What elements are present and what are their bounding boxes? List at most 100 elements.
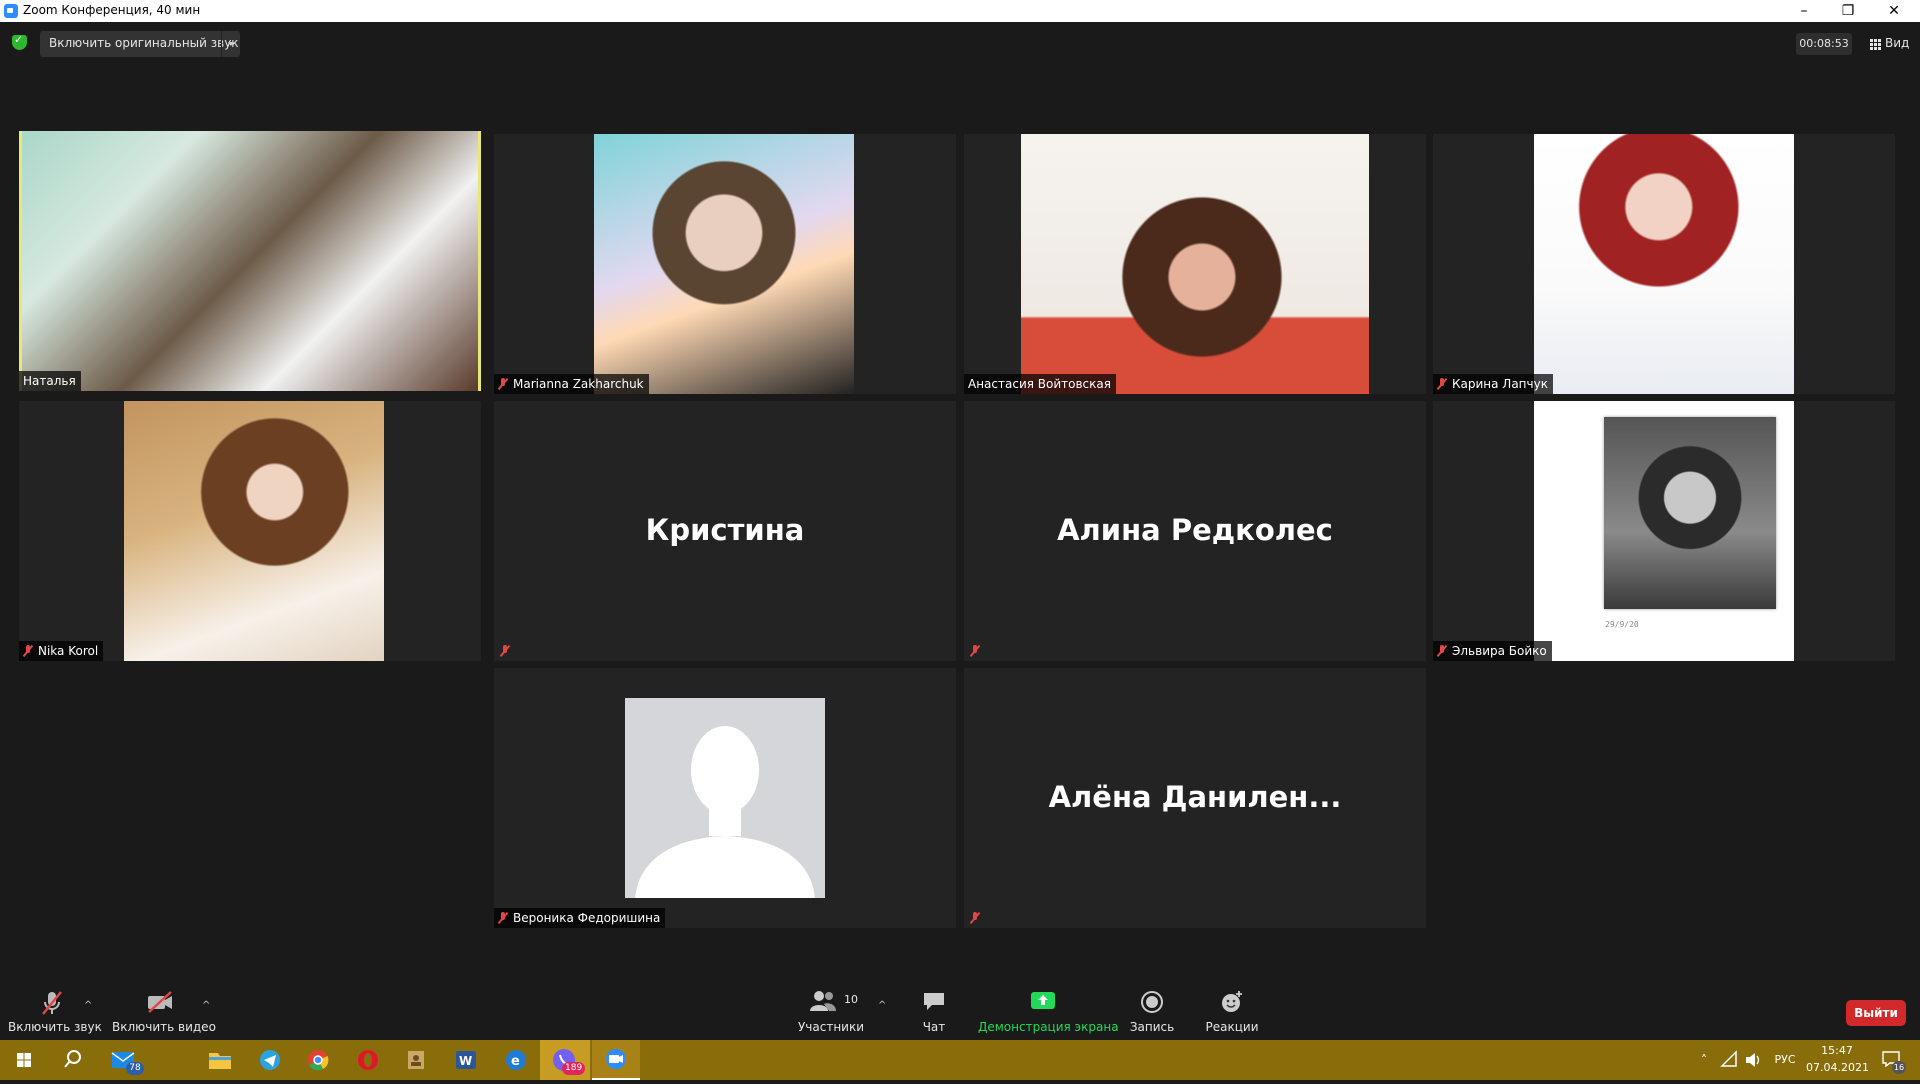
notifications-badge: 16 [1892, 1061, 1906, 1074]
record-label: Запись [1129, 1020, 1175, 1034]
language-indicator[interactable]: РУС [1770, 1040, 1800, 1080]
windows-taskbar: 78 W e 189 ˄ РУС 15:47 07.04.2021 16 [0, 1040, 1920, 1080]
chat-button[interactable]: Чат [904, 990, 964, 1036]
video-options-caret[interactable]: ^ [202, 1000, 210, 1011]
share-screen-label: Демонстрация экрана [978, 1020, 1119, 1034]
participant-video [1021, 134, 1369, 394]
participant-display-name: Алёна Данилен... [1048, 780, 1342, 814]
zoom-app-icon [4, 4, 18, 18]
meeting-timer: 00:08:53 [1796, 33, 1852, 55]
record-icon [1141, 991, 1163, 1013]
participants-label: Участники [797, 1020, 865, 1034]
leave-meeting-button[interactable]: Выйти [1846, 1000, 1906, 1026]
smiley-plus-icon [1222, 991, 1242, 1012]
participants-button[interactable]: 10 Участники [796, 990, 866, 1036]
participant-name-tag: Marianna Zakharchuk [494, 374, 649, 394]
muted-mic-icon [1437, 645, 1447, 657]
participant-display-name: Кристина [645, 513, 805, 547]
view-button[interactable]: Вид [1868, 33, 1912, 55]
chevron-down-icon[interactable] [221, 31, 240, 57]
share-screen-button[interactable]: Демонстрация экрана [978, 990, 1119, 1036]
muted-mic-icon [42, 991, 62, 1015]
muted-mic-icon [500, 645, 510, 657]
video-off-icon [148, 991, 172, 1013]
original-sound-button[interactable]: Включить оригинальный звук [40, 31, 240, 57]
participant-name-tag: Анастасия Войтовская [964, 374, 1116, 394]
viber-badge: 189 [562, 1062, 586, 1075]
unmute-label: Включить звук [8, 1020, 102, 1034]
video-tile-natalya[interactable]: Наталья [19, 131, 481, 391]
window-title-bar: Zoom Конференция, 40 мин – ❐ ✕ [0, 0, 1920, 22]
restore-button[interactable]: ❐ [1826, 0, 1870, 22]
record-button[interactable]: Запись [1124, 990, 1180, 1036]
participants-options-caret[interactable]: ^ [878, 1000, 886, 1011]
original-sound-label: Включить оригинальный звук [49, 36, 239, 50]
close-button[interactable]: ✕ [1872, 0, 1916, 22]
video-tile-alina[interactable]: Алина Редколес [964, 401, 1426, 661]
encryption-shield-icon[interactable] [12, 33, 27, 50]
network-icon[interactable] [1720, 1050, 1738, 1070]
participant-video [22, 131, 478, 391]
unmute-button[interactable]: Включить звук [8, 990, 102, 1036]
reactions-button[interactable]: Реакции [1202, 990, 1262, 1036]
contacts-app-icon[interactable] [396, 1044, 436, 1076]
participant-photo [594, 134, 854, 394]
participant-display-name: Алина Редколес [1057, 513, 1333, 547]
audio-options-caret[interactable]: ^ [84, 1000, 92, 1011]
video-tile-veronika[interactable]: Вероника Федоришина [494, 668, 956, 928]
chat-label: Чат [922, 1020, 946, 1034]
video-tile-anastasia[interactable]: Анастасия Войтовская [964, 134, 1426, 394]
participants-icon [810, 991, 836, 1011]
grid-view-icon [1870, 39, 1881, 50]
minimize-button[interactable]: – [1782, 0, 1826, 22]
clock-time: 15:47 [1821, 1044, 1853, 1057]
participant-name-tag: Карина Лапчук [1433, 374, 1553, 394]
file-explorer-icon[interactable] [200, 1044, 240, 1076]
notifications-button[interactable]: 16 [1878, 1040, 1908, 1080]
zoom-taskbar-app[interactable] [592, 1040, 640, 1080]
video-tile-elvira[interactable]: 29/9/20 Эльвира Бойко [1433, 401, 1895, 661]
word-icon[interactable]: W [446, 1044, 486, 1076]
share-screen-icon [1031, 992, 1055, 1009]
participant-name-tag: Вероника Федоришина [494, 908, 666, 928]
show-hidden-icons-chevron[interactable]: ˄ [1696, 1040, 1712, 1080]
mail-app-icon[interactable]: 78 [104, 1044, 144, 1076]
windows-start-icon[interactable] [4, 1044, 44, 1076]
volume-icon[interactable] [1744, 1050, 1762, 1070]
opera-icon[interactable] [348, 1044, 388, 1076]
reactions-label: Реакции [1205, 1020, 1259, 1034]
edge-icon[interactable]: e [496, 1044, 536, 1076]
window-title: Zoom Конференция, 40 мин [23, 3, 201, 17]
svg-text:W: W [459, 1054, 472, 1068]
mail-badge: 78 [126, 1062, 144, 1075]
participant-name-tag: Наталья [19, 371, 81, 391]
muted-mic-icon [498, 912, 508, 924]
video-tile-karina[interactable]: Карина Лапчук [1433, 134, 1895, 394]
view-label: Вид [1885, 36, 1910, 50]
clock-date: 07.04.2021 [1806, 1061, 1869, 1074]
video-tile-alena[interactable]: Алёна Данилен... [964, 668, 1426, 928]
participant-photo [124, 401, 384, 661]
muted-mic-icon [498, 378, 508, 390]
participant-photo [1534, 134, 1794, 394]
participants-count: 10 [844, 993, 858, 1006]
muted-mic-icon [970, 912, 980, 924]
viber-app-icon[interactable]: 189 [540, 1040, 590, 1080]
person-silhouette-icon [625, 698, 825, 898]
participant-photo: 29/9/20 [1534, 401, 1794, 661]
muted-mic-icon [970, 645, 980, 657]
clock[interactable]: 15:47 07.04.2021 [1806, 1040, 1869, 1080]
svg-text:e: e [511, 1054, 520, 1069]
start-video-button[interactable]: Включить видео [112, 990, 216, 1036]
zoom-icon [606, 1049, 626, 1069]
muted-mic-icon [1437, 378, 1447, 390]
video-tile-nika[interactable]: Nika Korol [19, 401, 481, 661]
telegram-icon[interactable] [250, 1044, 290, 1076]
start-video-label: Включить видео [112, 1020, 216, 1034]
video-tile-marianna[interactable]: Marianna Zakharchuk [494, 134, 956, 394]
participant-name-tag: Nika Korol [19, 641, 104, 661]
default-avatar [625, 698, 825, 898]
search-icon[interactable] [52, 1044, 92, 1076]
video-tile-kristina[interactable]: Кристина [494, 401, 956, 661]
chrome-icon[interactable] [298, 1044, 338, 1076]
